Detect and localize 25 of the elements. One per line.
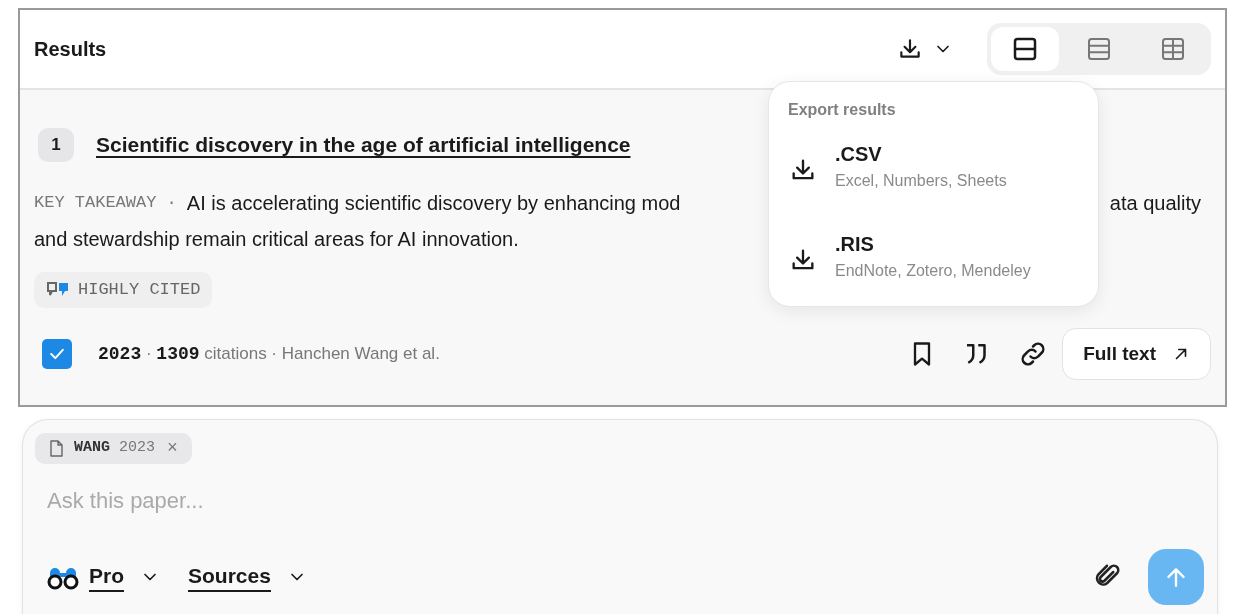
result-number: 1 xyxy=(38,128,74,162)
result-meta: 2023 · 1309 citations · Hanchen Wang et al. xyxy=(98,342,440,366)
select-checkbox[interactable] xyxy=(42,339,72,369)
highly-cited-badge: HIGHLY CITED xyxy=(34,272,213,308)
export-description: EndNote, Zotero, Mendeley xyxy=(835,261,1031,281)
export-format: .RIS xyxy=(835,232,875,257)
export-option[interactable]: .CSV Excel, Numbers, Sheets xyxy=(769,122,1098,212)
remove-attachment-button[interactable]: × xyxy=(167,435,178,462)
key-takeaway-label: KEY TAKEAWAY · xyxy=(34,192,177,215)
document-icon xyxy=(49,440,64,457)
export-format: .CSV xyxy=(835,142,883,167)
export-option[interactable]: .RIS EndNote, Zotero, Mendeley xyxy=(769,212,1098,302)
pro-mode-dropdown[interactable]: Pro xyxy=(47,562,160,592)
full-text-button[interactable]: Full text xyxy=(1062,328,1211,380)
result-title-link[interactable]: Scientific discovery in the age of artificial intelligence xyxy=(96,129,631,161)
export-description: Excel, Numbers, Sheets xyxy=(835,171,1007,191)
takeaway-text: AI is accelerating scientific discovery by enhancing mod xyxy=(186,191,681,216)
results-title: Results xyxy=(34,37,107,62)
takeaway-text: and stewardship remain critical areas for AI innovation. xyxy=(34,227,519,252)
sources-dropdown[interactable]: Sources xyxy=(188,562,307,592)
export-menu-heading: Export results xyxy=(787,100,897,120)
ask-input-field[interactable]: Ask this paper... xyxy=(35,484,1205,517)
takeaway-text: ata quality xyxy=(1109,191,1201,216)
view-mode-button[interactable] xyxy=(991,27,1059,71)
attachment-chip: WANG 2023 × xyxy=(35,433,192,464)
